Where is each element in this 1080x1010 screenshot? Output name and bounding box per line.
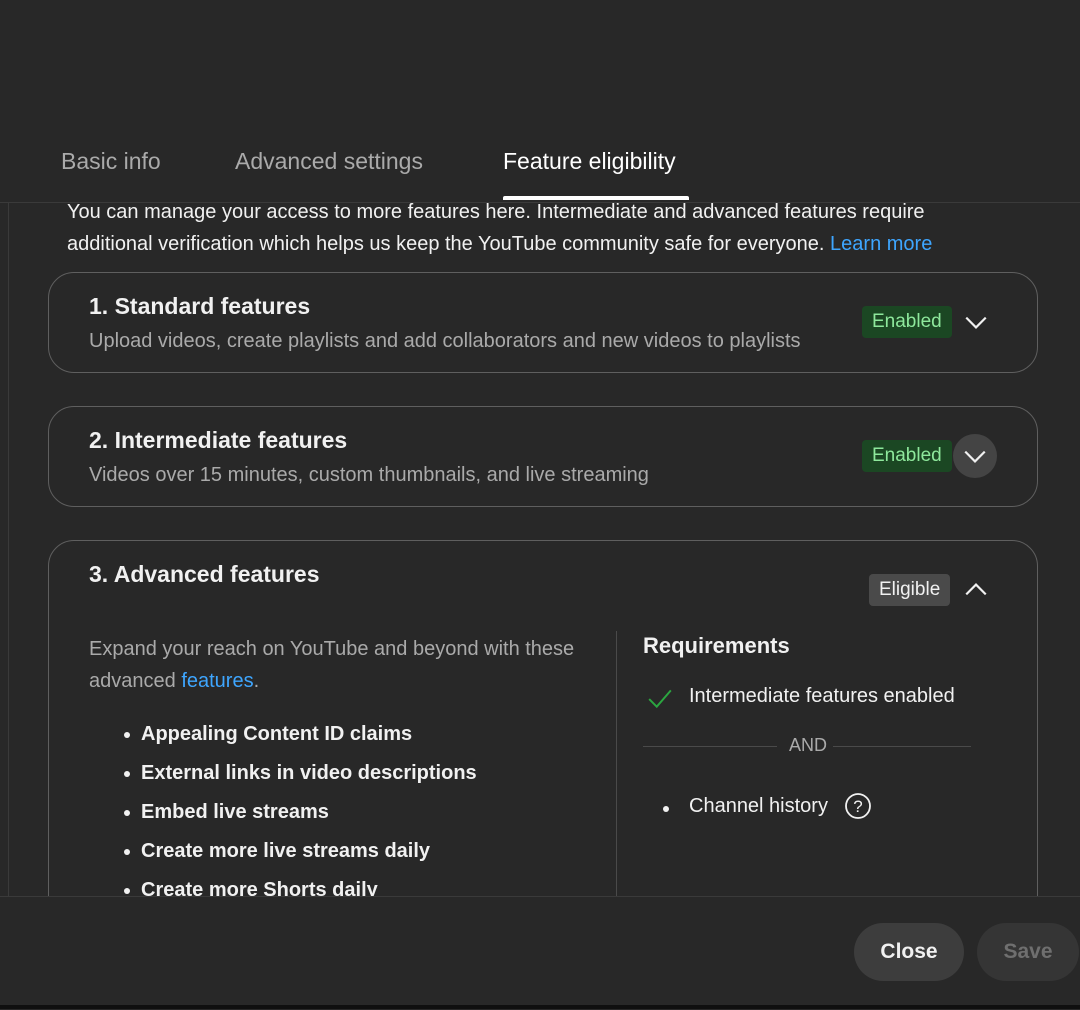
feature-eligibility-panel[interactable]: You can manage your access to more featu…: [0, 196, 1080, 896]
requirement-met: Intermediate features enabled: [643, 683, 973, 715]
svg-text:?: ?: [853, 797, 862, 816]
requirement-pending: Channel history ?: [643, 793, 973, 825]
intermediate-features-card[interactable]: 2. Intermediate features Videos over 15 …: [48, 406, 1038, 507]
status-badge: Enabled: [862, 306, 952, 338]
description-text: Expand your reach on YouTube and beyond …: [89, 633, 589, 697]
list-item: External links in video descriptions: [124, 754, 589, 793]
feature-list: Appealing Content ID claims External lin…: [89, 715, 589, 896]
chevron-down-icon: [965, 316, 987, 329]
features-link[interactable]: features: [181, 670, 253, 692]
advanced-features-description: Expand your reach on YouTube and beyond …: [89, 633, 589, 896]
separator-line: [643, 746, 777, 747]
expand-button[interactable]: [954, 300, 998, 344]
checkmark-icon: [648, 689, 672, 709]
list-item: Create more live streams daily: [124, 832, 589, 871]
requirement-text: Channel history: [689, 795, 828, 817]
requirements-title: Requirements: [643, 633, 790, 658]
description-prefix: Expand your reach on YouTube and beyond …: [89, 638, 575, 692]
chevron-up-icon: [965, 583, 987, 596]
column-divider: [616, 631, 617, 896]
card-title: 2. Intermediate features: [89, 427, 348, 453]
close-button[interactable]: Close: [854, 923, 964, 981]
tab-basic-info[interactable]: Basic info: [61, 148, 161, 175]
card-subtitle: Upload videos, create playlists and add …: [89, 330, 801, 352]
collapse-button[interactable]: [954, 568, 998, 612]
save-button[interactable]: Save: [977, 923, 1079, 981]
expand-button[interactable]: [953, 434, 997, 478]
intro-text: You can manage your access to more featu…: [67, 196, 1027, 260]
tab-advanced-settings[interactable]: Advanced settings: [235, 148, 423, 175]
dialog-footer: Close Save: [0, 896, 1080, 1010]
list-item: Embed live streams: [124, 793, 589, 832]
status-badge: Enabled: [862, 440, 952, 472]
status-badge: Eligible: [869, 574, 951, 606]
and-label: AND: [789, 735, 828, 755]
learn-more-link[interactable]: Learn more: [830, 233, 932, 255]
requirement-text: Intermediate features enabled: [689, 685, 955, 707]
dialog-top-bar: [0, 0, 1080, 99]
card-title: 3. Advanced features: [89, 561, 320, 587]
tab-feature-eligibility[interactable]: Feature eligibility: [503, 148, 676, 175]
intro-line-2-text: additional verification which helps us k…: [67, 233, 825, 255]
standard-features-card[interactable]: 1. Standard features Upload videos, crea…: [48, 272, 1038, 373]
and-separator: AND: [643, 735, 973, 759]
chevron-down-icon: [964, 450, 986, 463]
requirements-section: Requirements Intermediate features enabl…: [643, 633, 973, 825]
bottom-edge: [0, 1005, 1080, 1009]
advanced-features-card[interactable]: 3. Advanced features Eligible Expand you…: [48, 540, 1038, 896]
list-item: Create more Shorts daily: [124, 871, 589, 896]
card-subtitle: Videos over 15 minutes, custom thumbnail…: [89, 464, 649, 486]
intro-line-2: additional verification which helps us k…: [67, 228, 1027, 260]
active-tab-indicator: [503, 196, 689, 200]
description-suffix: .: [253, 670, 260, 692]
bullet: [663, 806, 669, 812]
separator-line: [833, 746, 971, 747]
list-item: Appealing Content ID claims: [124, 715, 589, 754]
tab-bar: Basic info Advanced settings Feature eli…: [0, 98, 1080, 203]
help-icon[interactable]: ?: [844, 792, 872, 820]
card-title: 1. Standard features: [89, 293, 311, 319]
